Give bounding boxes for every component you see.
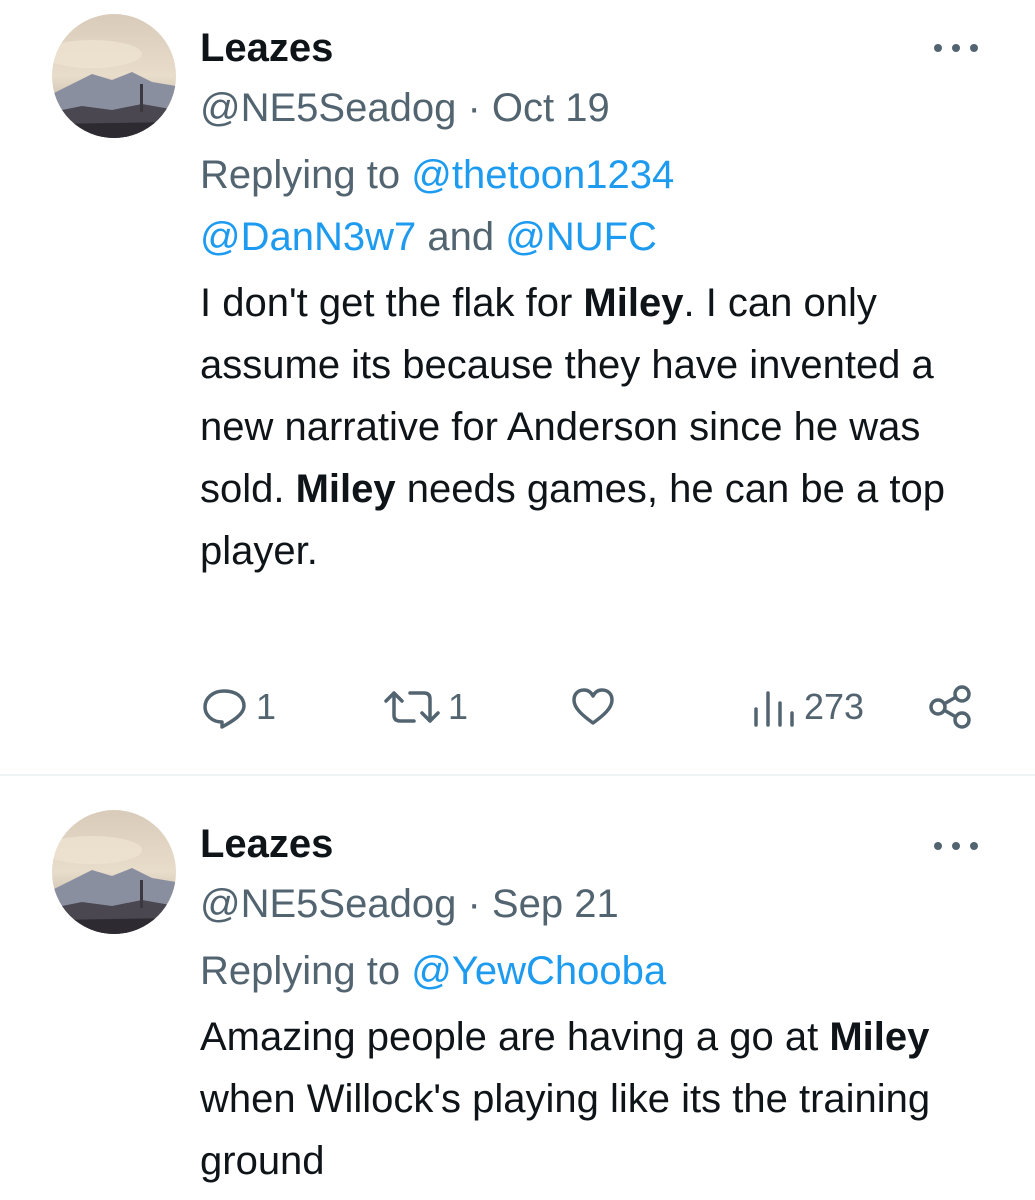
author-name[interactable]: Leazes: [200, 26, 333, 70]
like-button[interactable]: [568, 682, 618, 732]
like-icon: [572, 688, 614, 725]
retweet-count: 1: [448, 686, 469, 727]
author-handle[interactable]: @NE5Seadog: [200, 882, 456, 926]
tweet-meta: @NE5Seadog · Oct 19: [200, 86, 610, 130]
retweet-button[interactable]: 1: [382, 682, 468, 732]
tweet-2[interactable]: Leazes @NE5Seadog · Sep 21 Replying to @…: [0, 776, 1035, 1200]
author-avatar[interactable]: [52, 810, 176, 934]
more-options-button[interactable]: [930, 38, 982, 58]
views-count: 273: [804, 686, 865, 727]
replying-to-label: Replying to: [200, 949, 412, 993]
tweet-text-segment: I don't get the flak for: [200, 281, 584, 325]
views-icon: [754, 691, 794, 727]
tweet-meta: @NE5Seadog · Sep 21: [200, 882, 619, 926]
tweet-text: I don't get the flak for Miley. I can on…: [200, 272, 1000, 582]
meta-separator: ·: [467, 882, 481, 926]
avatar-image: [52, 14, 176, 138]
and-text: and: [416, 215, 506, 259]
meta-separator: ·: [467, 86, 481, 130]
tweet-date[interactable]: Oct 19: [492, 86, 610, 130]
mention-link[interactable]: @YewChooba: [411, 949, 666, 993]
tweet-text-segment: Amazing people are having a go at: [200, 1015, 830, 1059]
retweet-icon: [384, 691, 440, 723]
tweet-text-segment: when Willock's playing like its the trai…: [200, 1077, 931, 1183]
reply-count: 1: [256, 686, 277, 727]
more-options-button[interactable]: [930, 836, 982, 856]
highlighted-keyword: Miley: [583, 281, 684, 325]
highlighted-keyword: Miley: [295, 467, 396, 511]
tweet-1[interactable]: Leazes @NE5Seadog · Oct 19 Replying to @…: [0, 0, 1035, 774]
author-avatar[interactable]: [52, 14, 176, 138]
share-button[interactable]: [926, 682, 976, 732]
more-icon: [934, 44, 978, 52]
mention-link[interactable]: @NUFC: [505, 215, 657, 259]
reply-button[interactable]: 1: [200, 682, 276, 732]
replying-to: Replying to @thetoon1234 @DanN3w7 and @N…: [200, 144, 1000, 268]
views-button[interactable]: 273: [748, 682, 864, 732]
tweet-text: Amazing people are having a go at Miley …: [200, 1006, 1000, 1192]
highlighted-keyword: Miley: [829, 1015, 930, 1059]
avatar-image: [52, 810, 176, 934]
mention-link[interactable]: @DanN3w7: [200, 215, 416, 259]
share-icon: [929, 685, 971, 729]
more-icon: [934, 842, 978, 850]
tweet-actions: 1 1 273: [0, 682, 1035, 732]
replying-to: Replying to @YewChooba: [200, 940, 1000, 1002]
author-handle[interactable]: @NE5Seadog: [200, 86, 456, 130]
tweet-date[interactable]: Sep 21: [492, 882, 619, 926]
author-name[interactable]: Leazes: [200, 822, 333, 866]
reply-icon: [203, 689, 246, 729]
replying-to-label: Replying to: [200, 153, 412, 197]
mention-link[interactable]: @thetoon1234: [411, 153, 674, 197]
